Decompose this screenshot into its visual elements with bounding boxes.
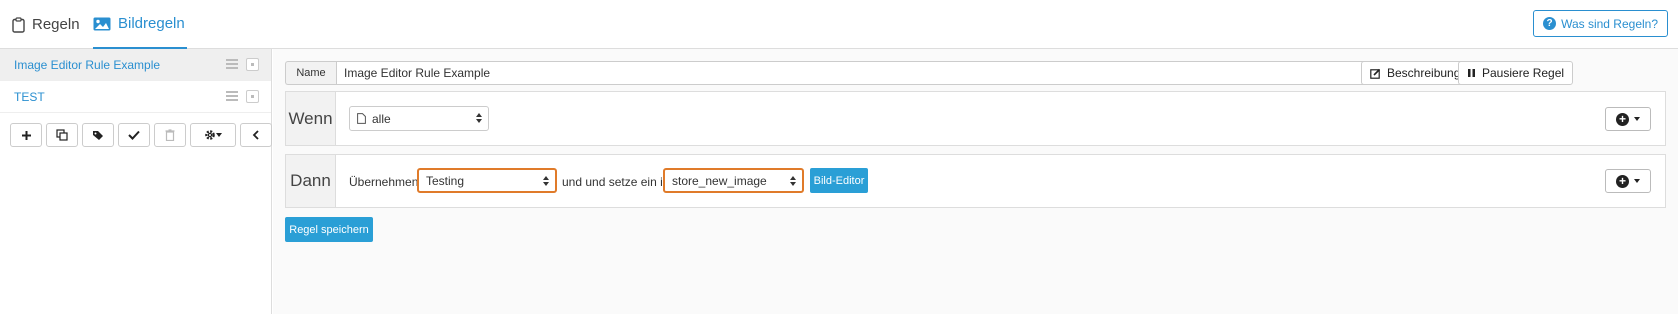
source-select[interactable]: Testing <box>417 168 557 193</box>
insert-into-label: und und setze ein in <box>562 175 670 189</box>
select-arrows-icon <box>543 176 549 186</box>
help-button[interactable]: ? Was sind Regeln? <box>1533 10 1668 37</box>
save-rule-button[interactable]: Regel speichern <box>285 217 373 242</box>
copy-icon <box>56 129 68 141</box>
rules-sidebar: Image Editor Rule Example TEST <box>0 49 272 314</box>
condition-select[interactable]: alle <box>349 106 489 131</box>
add-rule-button[interactable] <box>10 123 42 147</box>
rule-item[interactable]: Image Editor Rule Example <box>0 49 271 81</box>
select-arrows-icon <box>790 176 796 186</box>
name-label: Name <box>285 61 336 85</box>
apply-label: Übernehmen <box>349 175 419 189</box>
help-button-label: Was sind Regeln? <box>1561 16 1658 31</box>
gear-icon <box>205 130 215 140</box>
question-icon: ? <box>1543 17 1557 30</box>
tags-button[interactable] <box>82 123 114 147</box>
drag-handle-icon[interactable] <box>226 91 238 101</box>
tab-regeln-label: Regeln <box>32 16 80 33</box>
when-heading: Wenn <box>286 92 336 145</box>
description-button-label: Beschreibung <box>1387 66 1461 80</box>
top-bar: Regeln Bildregeln ? Was sind Regeln? <box>0 0 1678 49</box>
pause-button-label: Pausiere Regel <box>1482 66 1565 80</box>
tab-bildregeln[interactable]: Bildregeln <box>93 0 187 49</box>
copy-rule-button[interactable] <box>46 123 78 147</box>
image-editor-button[interactable]: Bild-Editor <box>810 168 868 193</box>
rule-name-row: Name Image Editor Rule Example <box>285 61 1432 85</box>
tab-bildregeln-label: Bildregeln <box>118 15 185 32</box>
chevron-down-icon <box>1634 179 1640 183</box>
collapse-sidebar-button[interactable] <box>240 123 272 147</box>
settings-dropdown-button[interactable] <box>190 123 236 147</box>
rule-item-label: TEST <box>14 89 45 104</box>
check-icon <box>128 130 140 140</box>
plus-icon <box>21 130 31 140</box>
clipboard-icon <box>12 16 25 33</box>
target-select-value: store_new_image <box>672 173 767 188</box>
delete-button[interactable] <box>154 123 186 147</box>
condition-select-value: alle <box>372 111 391 126</box>
when-panel: Wenn alle + <box>285 91 1666 146</box>
plus-circle-icon: + <box>1616 174 1629 188</box>
rule-item-label: Image Editor Rule Example <box>14 57 161 72</box>
trash-icon <box>165 129 175 141</box>
select-arrows-icon <box>476 113 482 123</box>
pause-icon <box>1468 69 1475 77</box>
then-heading: Dann <box>286 155 336 207</box>
pause-rule-button[interactable]: Pausiere Regel <box>1458 61 1574 85</box>
rule-editor: Name Image Editor Rule Example Beschreib… <box>273 49 1678 314</box>
drag-handle-icon[interactable] <box>226 59 238 69</box>
target-select[interactable]: store_new_image <box>663 168 804 193</box>
chevron-down-icon <box>216 133 222 137</box>
source-select-value: Testing <box>426 173 465 188</box>
then-panel: Dann Übernehmen Testing und und setze ei… <box>285 154 1666 208</box>
chevron-down-icon <box>1634 117 1640 121</box>
rule-checkbox[interactable] <box>246 58 259 71</box>
description-button[interactable]: Beschreibung <box>1361 61 1470 85</box>
tags-icon <box>92 130 103 140</box>
add-condition-button[interactable]: + <box>1605 107 1651 131</box>
edit-icon <box>1370 68 1381 79</box>
sidebar-toolbar <box>10 123 272 147</box>
file-icon <box>357 113 366 124</box>
image-icon <box>93 17 111 30</box>
rule-checkbox[interactable] <box>246 90 259 103</box>
add-action-button[interactable]: + <box>1605 169 1651 193</box>
plus-circle-icon: + <box>1616 112 1629 126</box>
rule-name-input[interactable]: Image Editor Rule Example <box>336 61 1432 85</box>
tab-regeln[interactable]: Regeln <box>12 0 80 49</box>
chevron-left-icon <box>252 130 259 140</box>
rule-item[interactable]: TEST <box>0 81 271 113</box>
activate-button[interactable] <box>118 123 150 147</box>
